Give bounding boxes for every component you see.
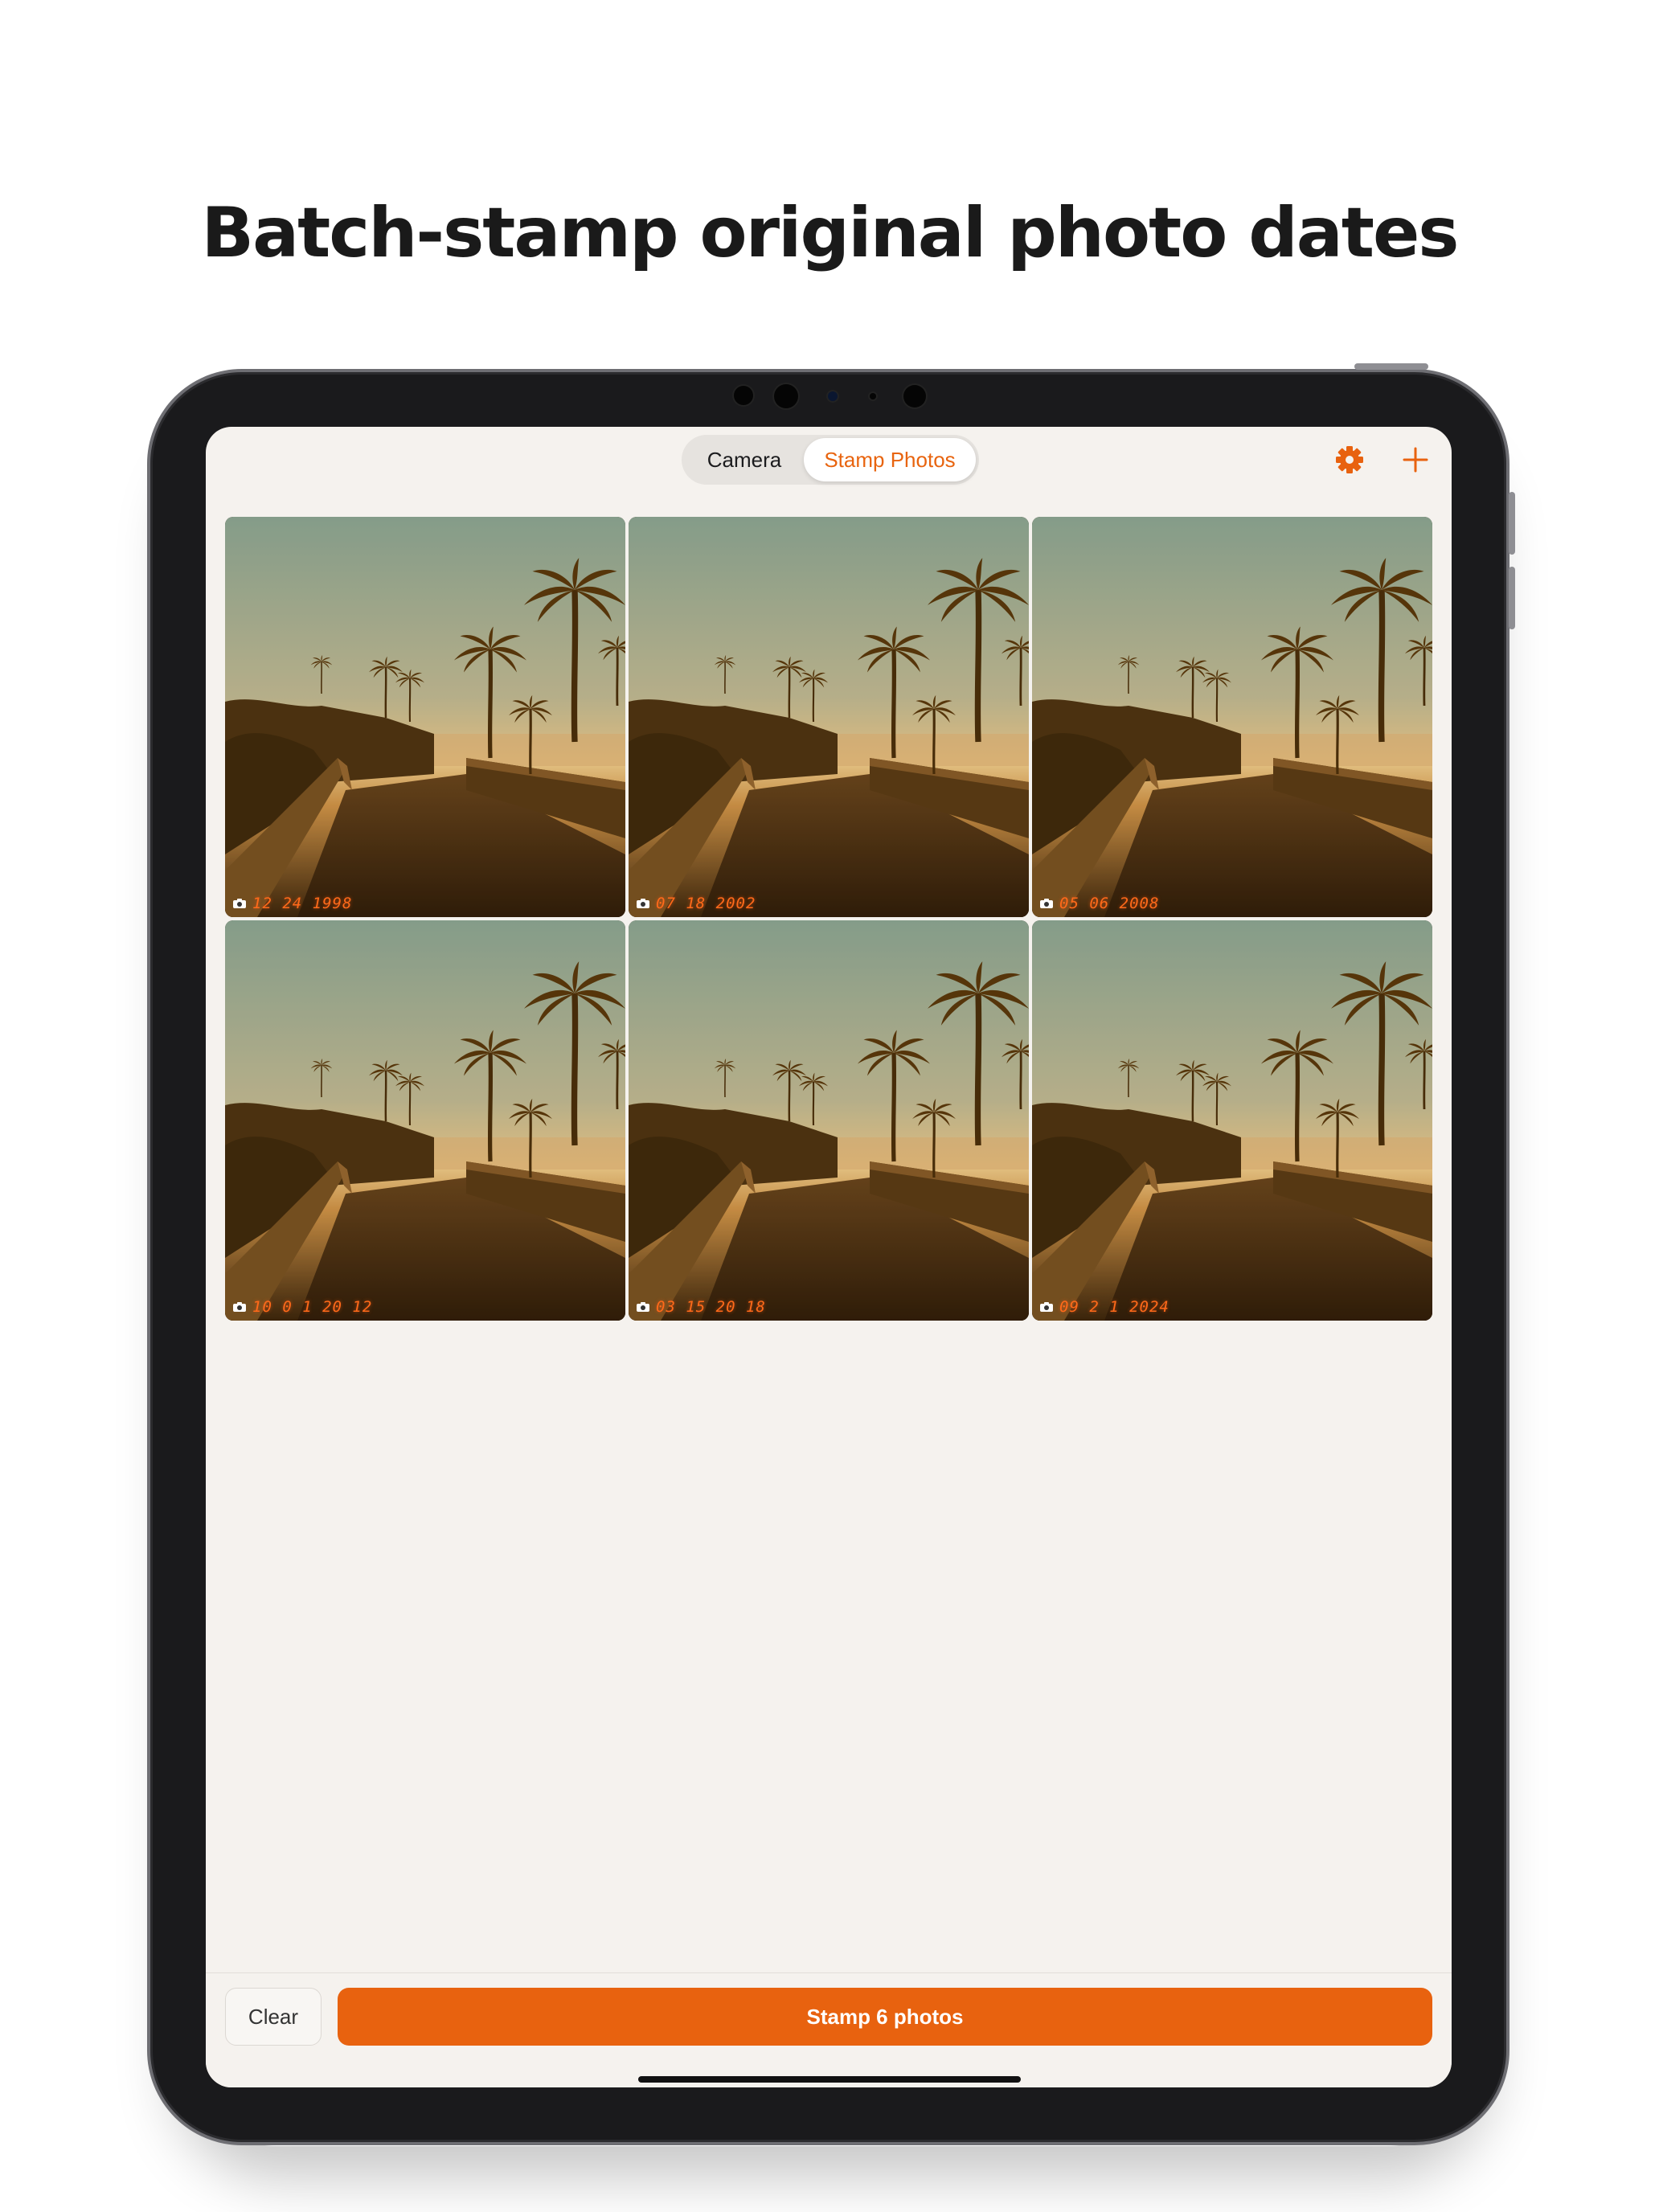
stamp-date-text: 09 2 1 2024 [1059, 1298, 1169, 1316]
camera-icon [233, 899, 246, 908]
app-screen: Camera Stamp Photos 12 24 1998 07 18 200… [206, 427, 1452, 2087]
photo-tile[interactable]: 03 15 20 18 [629, 920, 1029, 1321]
date-stamp: 12 24 1998 [233, 895, 352, 912]
stamp-date-text: 12 24 1998 [252, 895, 353, 912]
volume-up-button [1509, 492, 1515, 555]
sensor-dot [828, 391, 838, 401]
segment-stamp-photos[interactable]: Stamp Photos [804, 438, 976, 481]
photo-thumbnail [629, 920, 1029, 1321]
camera-icon [1040, 899, 1053, 908]
sensor-left [734, 386, 753, 405]
photo-thumbnail [1032, 517, 1432, 917]
photo-thumbnail [225, 517, 625, 917]
date-stamp: 09 2 1 2024 [1040, 1298, 1169, 1316]
photo-thumbnail [225, 920, 625, 1321]
stamp-date-text: 03 15 20 18 [656, 1298, 766, 1316]
sensor-small [870, 393, 876, 399]
camera-icon [233, 1302, 246, 1312]
top-button [1354, 363, 1428, 370]
stamp-date-text: 05 06 2008 [1059, 895, 1160, 912]
photo-thumbnail [1032, 920, 1432, 1321]
plus-icon[interactable] [1397, 441, 1434, 478]
bottom-action-bar: Clear Stamp 6 photos [206, 1972, 1452, 2087]
headline: Batch-stamp original photo dates [201, 193, 1460, 273]
stamp-date-text: 10 0 1 20 12 [252, 1298, 373, 1316]
volume-down-button [1509, 567, 1515, 629]
photo-tile[interactable]: 12 24 1998 [225, 517, 625, 917]
photo-tile[interactable]: 07 18 2002 [629, 517, 1029, 917]
date-stamp: 10 0 1 20 12 [233, 1298, 372, 1316]
photo-tile[interactable]: 10 0 1 20 12 [225, 920, 625, 1321]
date-stamp: 07 18 2002 [637, 895, 756, 912]
photo-grid: 12 24 1998 07 18 2002 05 06 2008 10 0 1 … [225, 517, 1432, 1321]
segment-camera[interactable]: Camera [685, 438, 804, 481]
clear-button[interactable]: Clear [225, 1988, 322, 2046]
front-camera [774, 384, 798, 408]
home-indicator [638, 2076, 1021, 2083]
gear-icon[interactable] [1331, 441, 1368, 478]
stamp-date-text: 07 18 2002 [656, 895, 756, 912]
sensor-right [903, 385, 926, 408]
stamp-photos-button[interactable]: Stamp 6 photos [338, 1988, 1432, 2046]
photo-thumbnail [629, 517, 1029, 917]
camera-icon [637, 899, 649, 908]
camera-icon [637, 1302, 649, 1312]
mode-segmented-control: Camera Stamp Photos [682, 435, 979, 485]
date-stamp: 03 15 20 18 [637, 1298, 766, 1316]
photo-tile[interactable]: 05 06 2008 [1032, 517, 1432, 917]
photo-tile[interactable]: 09 2 1 2024 [1032, 920, 1432, 1321]
camera-icon [1040, 1302, 1053, 1312]
date-stamp: 05 06 2008 [1040, 895, 1159, 912]
